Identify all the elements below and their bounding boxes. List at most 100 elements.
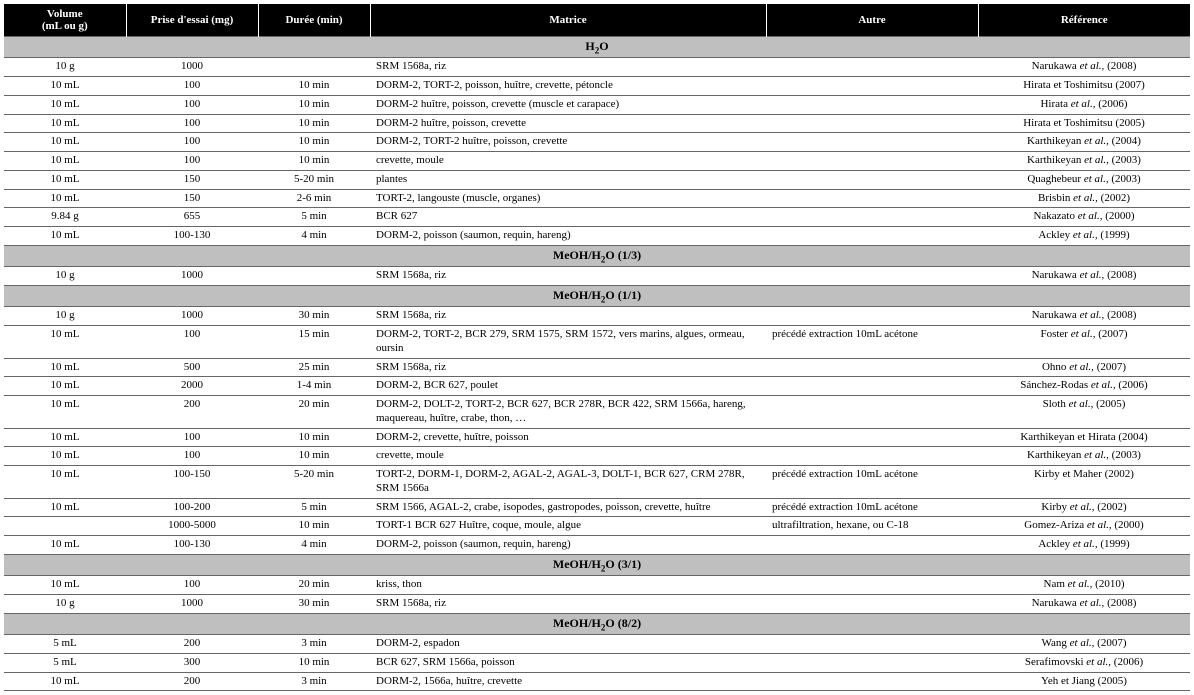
cell-prise: 1000 (126, 595, 258, 614)
cell-prise: 100-150 (126, 466, 258, 499)
table-row: 10 mL10015 minDORM-2, TORT-2, BCR 279, S… (4, 326, 1190, 359)
cell-prise: 1000 (126, 58, 258, 77)
cell-matrice: SRM 1568a, riz (370, 267, 766, 286)
cell-matrice: TORT-2, DORM-1, DORM-2, AGAL-2, AGAL-3, … (370, 466, 766, 499)
section-title: H2O (4, 37, 1190, 58)
cell-volume (4, 517, 126, 536)
table-row: 5 mL30010 minBCR 627, SRM 1566a, poisson… (4, 653, 1190, 672)
cell-volume: 10 g (4, 307, 126, 326)
cell-autre (766, 358, 978, 377)
cell-reference: Brisbin et al., (2002) (978, 189, 1190, 208)
cell-duree: 30 min (258, 307, 370, 326)
cell-reference: Gomez-Ariza et al., (2000) (978, 517, 1190, 536)
cell-duree: 10 min (258, 95, 370, 114)
data-table: Volume(mL ou g) Prise d'essai (mg) Durée… (4, 4, 1190, 691)
table-row: 10 mL10010 minDORM-2 huître, poisson, cr… (4, 114, 1190, 133)
table-row: 10 mL100-1505-20 minTORT-2, DORM-1, DORM… (4, 466, 1190, 499)
cell-autre (766, 428, 978, 447)
cell-prise: 100 (126, 114, 258, 133)
cell-matrice: SRM 1568a, riz (370, 307, 766, 326)
section-header: H2O (4, 37, 1190, 58)
table-row: 10 mL2003 minDORM-2, 1566a, huître, crev… (4, 672, 1190, 691)
cell-duree: 4 min (258, 227, 370, 246)
cell-reference: Narukawa et al., (2008) (978, 58, 1190, 77)
cell-reference: Ackley et al., (1999) (978, 227, 1190, 246)
cell-volume: 10 mL (4, 358, 126, 377)
cell-reference: Yeh et Jiang (2005) (978, 672, 1190, 691)
cell-prise: 200 (126, 635, 258, 654)
cell-duree: 10 min (258, 447, 370, 466)
cell-autre (766, 377, 978, 396)
cell-reference: Narukawa et al., (2008) (978, 595, 1190, 614)
cell-matrice: kriss, thon (370, 576, 766, 595)
cell-autre (766, 133, 978, 152)
cell-autre (766, 152, 978, 171)
cell-prise: 1000 (126, 307, 258, 326)
cell-volume: 10 mL (4, 114, 126, 133)
cell-duree: 3 min (258, 635, 370, 654)
cell-matrice: TORT-1 BCR 627 Huître, coque, moule, alg… (370, 517, 766, 536)
cell-duree: 10 min (258, 114, 370, 133)
cell-matrice: DORM-2, poisson (saumon, requin, hareng) (370, 227, 766, 246)
cell-volume: 10 mL (4, 326, 126, 359)
cell-autre (766, 635, 978, 654)
cell-volume: 9.84 g (4, 208, 126, 227)
cell-prise: 150 (126, 189, 258, 208)
cell-matrice: DORM-2, crevette, huître, poisson (370, 428, 766, 447)
cell-duree: 3 min (258, 672, 370, 691)
table-row: 10 g100030 minSRM 1568a, rizNarukawa et … (4, 307, 1190, 326)
cell-duree: 10 min (258, 77, 370, 96)
cell-matrice: DORM-2 huître, poisson, crevette (muscle… (370, 95, 766, 114)
cell-autre (766, 208, 978, 227)
header-reference: Référence (978, 4, 1190, 37)
section-title: MeOH/H2O (3/1) (4, 554, 1190, 575)
cell-volume: 10 mL (4, 466, 126, 499)
section-title: MeOH/H2O (8/2) (4, 613, 1190, 634)
cell-autre: précédé extraction 10mL acétone (766, 498, 978, 517)
cell-volume: 10 mL (4, 227, 126, 246)
table-row: 10 mL10010 mincrevette, mouleKarthikeyan… (4, 447, 1190, 466)
cell-matrice: DORM-2, DOLT-2, TORT-2, BCR 627, BCR 278… (370, 396, 766, 429)
cell-matrice: DORM-2, BCR 627, poulet (370, 377, 766, 396)
cell-prise: 1000-5000 (126, 517, 258, 536)
cell-prise: 1000 (126, 267, 258, 286)
section-title: MeOH/H2O (1/3) (4, 245, 1190, 266)
section-header: MeOH/H2O (1/3) (4, 245, 1190, 266)
cell-autre (766, 170, 978, 189)
table-row: 10 mL50025 minSRM 1568a, rizOhno et al.,… (4, 358, 1190, 377)
cell-autre: ultrafiltration, hexane, ou C-18 (766, 517, 978, 536)
cell-duree (258, 58, 370, 77)
cell-volume: 10 mL (4, 576, 126, 595)
cell-reference: Karthikeyan et Hirata (2004) (978, 428, 1190, 447)
cell-volume: 10 g (4, 595, 126, 614)
cell-autre: précédé extraction 10mL acétone (766, 326, 978, 359)
cell-reference: Kirby et Maher (2002) (978, 466, 1190, 499)
cell-prise: 100 (126, 576, 258, 595)
cell-reference: Serafimovski et al., (2006) (978, 653, 1190, 672)
section-title: MeOH/H2O (1/1) (4, 286, 1190, 307)
cell-prise: 100 (126, 447, 258, 466)
cell-duree: 5 min (258, 208, 370, 227)
cell-volume: 10 g (4, 58, 126, 77)
cell-duree: 5 min (258, 498, 370, 517)
table-row: 1000-500010 minTORT-1 BCR 627 Huître, co… (4, 517, 1190, 536)
cell-matrice: DORM-2, espadon (370, 635, 766, 654)
cell-prise: 150 (126, 170, 258, 189)
cell-prise: 100-130 (126, 227, 258, 246)
cell-matrice: crevette, moule (370, 447, 766, 466)
cell-duree: 10 min (258, 152, 370, 171)
cell-volume: 10 mL (4, 377, 126, 396)
cell-autre (766, 95, 978, 114)
table-row: 10 mL100-1304 minDORM-2, poisson (saumon… (4, 227, 1190, 246)
table-row: 10 mL10010 minDORM-2 huître, poisson, cr… (4, 95, 1190, 114)
cell-matrice: DORM-2, TORT-2, poisson, huître, crevett… (370, 77, 766, 96)
cell-prise: 100 (126, 77, 258, 96)
cell-matrice: TORT-2, langouste (muscle, organes) (370, 189, 766, 208)
table-row: 10 mL10010 mincrevette, mouleKarthikeyan… (4, 152, 1190, 171)
cell-duree (258, 267, 370, 286)
table-row: 9.84 g6555 minBCR 627Nakazato et al., (2… (4, 208, 1190, 227)
cell-duree: 4 min (258, 536, 370, 555)
cell-reference: Hirata et Toshimitsu (2005) (978, 114, 1190, 133)
cell-reference: Karthikeyan et al., (2003) (978, 152, 1190, 171)
cell-matrice: plantes (370, 170, 766, 189)
